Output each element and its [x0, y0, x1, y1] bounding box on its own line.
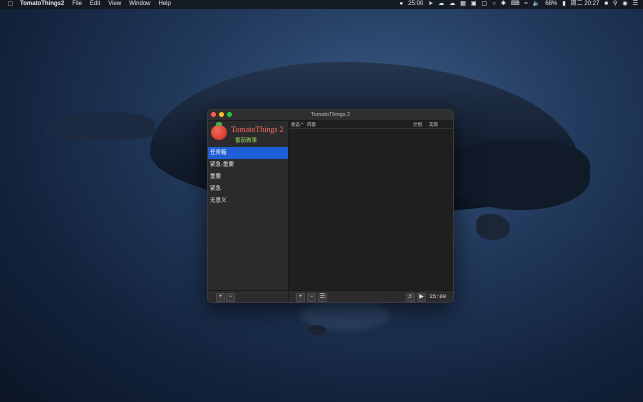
task-table: 状态 ^ 内容 计划 实际 — [289, 121, 453, 291]
add-category-button[interactable]: + — [216, 293, 225, 302]
status-area: ● 25:00 ➤ ☁ ☁ ▦ ▣ ▢ ○ ✱ ⌨ ≈ 🔈 68% ▮ 周二 2… — [400, 0, 643, 9]
column-actual[interactable]: 实际 — [429, 121, 438, 128]
menu-view[interactable]: View — [108, 0, 121, 9]
battery-percent[interactable]: 68% — [545, 0, 557, 9]
menu-app-name[interactable]: TomatoThings2 — [20, 0, 64, 9]
display-icon[interactable]: ▣ — [471, 0, 477, 9]
menu-edit[interactable]: Edit — [90, 0, 100, 9]
remove-category-button[interactable]: − — [226, 293, 235, 302]
list-icon[interactable]: ☰ — [318, 293, 327, 302]
title-bar[interactable]: TomatoThings 2 — [208, 110, 453, 121]
cloud-icon[interactable]: ☁ — [438, 0, 444, 9]
app-window: TomatoThings 2 TomatoThings 2 番茄做事 任务箱 紧… — [207, 109, 454, 303]
search-icon[interactable]: ⚲ — [613, 0, 617, 9]
menu-bar:  TomatoThings2 File Edit View Window He… — [0, 0, 643, 9]
grid-icon[interactable]: ▦ — [460, 0, 466, 9]
status-timer[interactable]: 25:00 — [408, 0, 423, 9]
column-status[interactable]: 状态 ^ — [291, 121, 303, 128]
clock[interactable]: 周二 20:27 — [571, 0, 600, 9]
user-icon[interactable]: ■ — [604, 0, 608, 9]
bluetooth-icon[interactable]: ✱ — [501, 0, 506, 9]
app-subtitle: 番茄做事 — [235, 138, 258, 144]
app-logo: TomatoThings 2 番茄做事 — [208, 121, 288, 147]
circle-icon[interactable]: ○ — [492, 0, 496, 9]
wallpaper-island-left — [45, 112, 155, 140]
sidebar-item-meaningless[interactable]: 无意义 — [208, 195, 288, 207]
screen-icon[interactable]: ▢ — [482, 0, 488, 9]
column-content[interactable]: 内容 — [307, 121, 316, 128]
cloud-icon-2[interactable]: ☁ — [449, 0, 455, 9]
battery-icon[interactable]: ▮ — [562, 0, 565, 9]
sidebar-item-urgent[interactable]: 紧急 — [208, 183, 288, 195]
keyboard-icon[interactable]: ⌨ — [511, 0, 520, 9]
play-icon[interactable]: ▶ — [417, 293, 426, 302]
window-title: TomatoThings 2 — [310, 112, 351, 118]
wallpaper-rock — [476, 214, 510, 240]
traffic-lights — [211, 112, 232, 117]
sidebar-item-urgent-important[interactable]: 紧急-重要 — [208, 159, 288, 171]
apple-icon[interactable]:  — [7, 0, 14, 9]
sound-icon[interactable]: ♬ — [406, 293, 415, 302]
close-button[interactable] — [211, 112, 216, 117]
zoom-button[interactable] — [227, 112, 232, 117]
wifi-icon[interactable]: ≈ — [525, 0, 528, 9]
volume-icon[interactable]: 🔈 — [533, 0, 540, 9]
tomato-status-icon[interactable]: ● — [400, 0, 404, 9]
bottom-toolbar: + − + − ☰ ♬ ▶ 25:00 — [208, 290, 453, 302]
menu-file[interactable]: File — [72, 0, 82, 9]
wallpaper-rock-small — [308, 325, 326, 335]
toolbar-divider — [288, 291, 289, 302]
table-header: 状态 ^ 内容 计划 实际 — [289, 121, 453, 129]
sidebar: TomatoThings 2 番茄做事 任务箱 紧急-重要 重要 紧急 无意义 — [208, 121, 289, 291]
timer-display: 25:00 — [429, 293, 446, 300]
app-title: TomatoThings 2 — [231, 125, 284, 134]
siri-icon[interactable]: ◉ — [622, 0, 627, 9]
control-center-icon[interactable]: ☰ — [633, 0, 638, 9]
minimize-button[interactable] — [219, 112, 224, 117]
column-plan[interactable]: 计划 — [413, 121, 422, 128]
tomato-icon — [211, 122, 227, 140]
menu-help[interactable]: Help — [159, 0, 171, 9]
menu-window[interactable]: Window — [129, 0, 150, 9]
sidebar-item-important[interactable]: 重要 — [208, 171, 288, 183]
add-task-button[interactable]: + — [296, 293, 305, 302]
remove-task-button[interactable]: − — [307, 293, 316, 302]
sidebar-item-inbox[interactable]: 任务箱 — [208, 147, 288, 159]
location-icon[interactable]: ➤ — [428, 0, 433, 9]
